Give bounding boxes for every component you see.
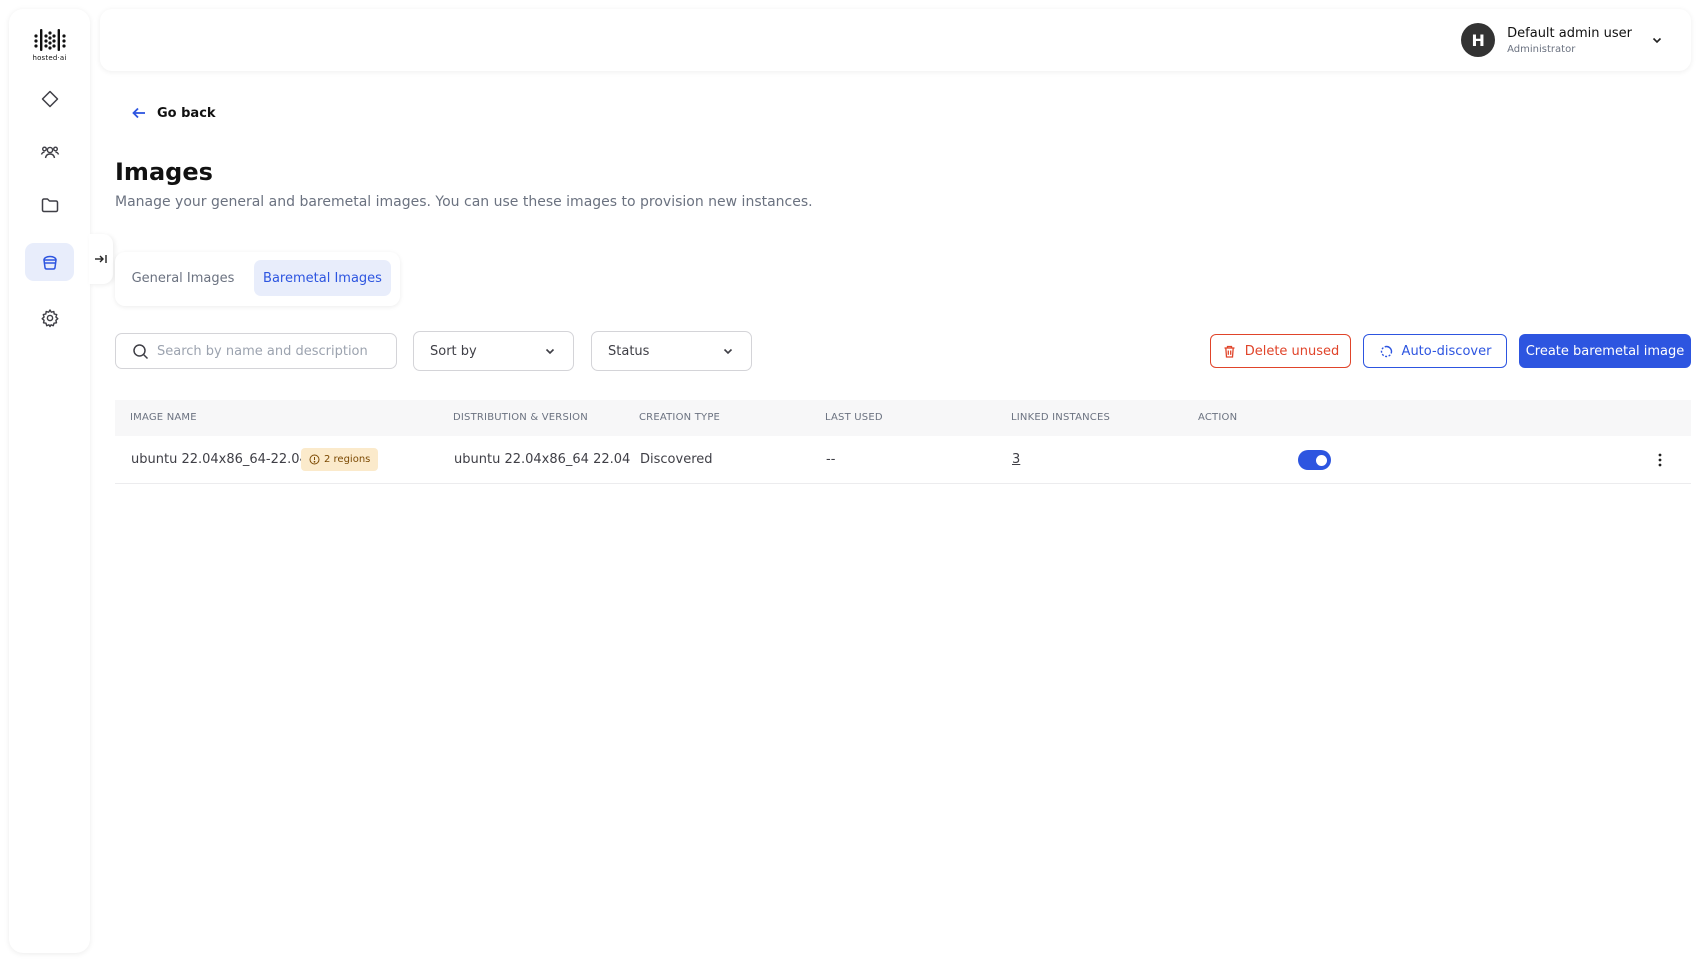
logo-mark-icon: [33, 29, 66, 51]
image-name-cell: ubuntu 22.04x86_64-22.04: [131, 452, 308, 467]
folder-icon: [41, 198, 58, 213]
sidebar-item-projects[interactable]: [25, 186, 74, 224]
logo-text: hosted·ai: [32, 54, 67, 62]
collapse-arrow-icon: [95, 255, 107, 263]
column-last-used[interactable]: Last used: [825, 412, 883, 423]
chevron-down-icon: [723, 348, 733, 355]
page-subtitle: Manage your general and baremetal images…: [115, 194, 813, 210]
column-action: Action: [1198, 412, 1238, 423]
linked-instances-link[interactable]: 3: [1012, 452, 1020, 467]
sidebar-item-dashboard[interactable]: [25, 80, 74, 118]
enable-toggle[interactable]: [1298, 450, 1331, 470]
column-image-name[interactable]: Image name: [130, 412, 197, 423]
status-label: Status: [608, 343, 650, 359]
chevron-down-icon: [545, 348, 555, 355]
sidebar-item-settings[interactable]: [25, 299, 74, 337]
delete-unused-label: Delete unused: [1244, 343, 1340, 359]
user-name: Default admin user: [1507, 25, 1632, 41]
sidebar-item-images[interactable]: [25, 243, 74, 281]
search-icon: [133, 343, 149, 359]
go-back-link[interactable]: Go back: [130, 104, 216, 122]
app-logo[interactable]: hosted·ai: [9, 27, 90, 62]
column-distribution-version[interactable]: Distribution & version: [453, 412, 588, 423]
user-role: Administrator: [1507, 43, 1576, 55]
column-linked-instances[interactable]: Linked instances: [1011, 412, 1110, 423]
table-header: Image name Distribution & version Creati…: [115, 400, 1691, 436]
page-title: Images: [115, 158, 213, 186]
delete-unused-button[interactable]: Delete unused: [1210, 334, 1351, 368]
sidebar-item-teams[interactable]: [25, 133, 74, 171]
last-used-cell: --: [826, 452, 836, 467]
team-icon: [40, 146, 59, 159]
sidebar-collapse-toggle[interactable]: [89, 234, 113, 284]
regions-badge: 2 regions: [301, 448, 379, 471]
chevron-down-icon: [1652, 37, 1662, 44]
create-baremetal-image-button[interactable]: Create baremetal image: [1519, 334, 1691, 368]
search-box: [115, 333, 397, 369]
tab-baremetal-images[interactable]: Baremetal Images: [254, 260, 391, 296]
search-input[interactable]: [157, 343, 377, 359]
column-creation-type[interactable]: Creation type: [639, 412, 720, 423]
row-actions-menu[interactable]: [1650, 450, 1670, 470]
distribution-cell: ubuntu 22.04x86_64 22.04: [454, 452, 631, 467]
table-row[interactable]: ubuntu 22.04x86_64-22.04 2 regions ubunt…: [115, 436, 1691, 484]
diamond-icon: [41, 90, 58, 108]
sort-by-label: Sort by: [430, 343, 477, 359]
avatar: H: [1461, 23, 1496, 57]
go-back-label: Go back: [157, 105, 216, 121]
status-dropdown[interactable]: Status: [591, 331, 752, 371]
kebab-menu-icon: [1658, 453, 1662, 467]
refresh-icon: [1380, 345, 1392, 357]
top-header: H Default admin user Administrator: [100, 9, 1691, 71]
images-icon: [42, 255, 57, 270]
sort-by-dropdown[interactable]: Sort by: [413, 331, 574, 371]
info-icon: [309, 454, 320, 465]
auto-discover-label: Auto-discover: [1401, 343, 1492, 359]
auto-discover-button[interactable]: Auto-discover: [1363, 334, 1507, 368]
arrow-left-icon: [132, 107, 145, 119]
gear-icon: [41, 309, 58, 328]
tab-general-images[interactable]: General Images: [123, 260, 243, 296]
creation-type-cell: Discovered: [640, 452, 713, 467]
image-type-tabs: General Images Baremetal Images: [115, 252, 400, 306]
sidebar: hosted·ai: [9, 9, 90, 953]
regions-badge-label: 2 regions: [324, 454, 371, 465]
trash-icon: [1224, 345, 1235, 358]
user-menu[interactable]: H Default admin user Administrator: [1461, 23, 1664, 57]
